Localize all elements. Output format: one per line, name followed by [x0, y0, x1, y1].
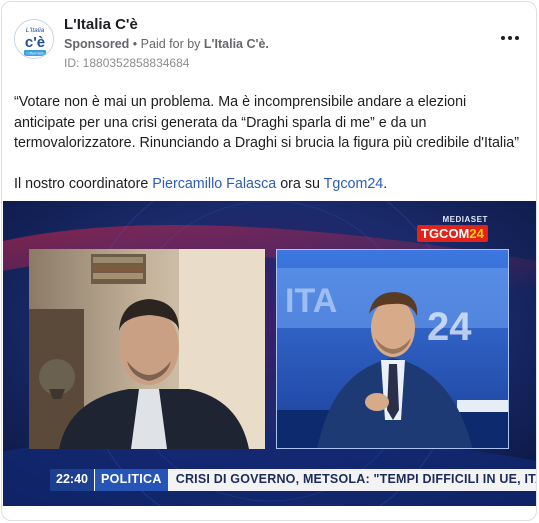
- sponsored-label: Sponsored: [64, 37, 130, 51]
- guest-video-panel: [29, 249, 265, 449]
- person-link[interactable]: Piercamillo Falasca: [152, 176, 276, 192]
- caption-prefix: Il nostro coordinatore: [14, 175, 153, 192]
- svg-text:ITA: ITA: [285, 282, 337, 320]
- video-frame[interactable]: MEDIASET TGCOM24 ITA 24 22:40 POLITICA C…: [3, 201, 536, 506]
- anchor-image: ITA 24: [277, 250, 508, 448]
- guest-image: [29, 249, 265, 449]
- more-dot: [515, 36, 519, 40]
- paid-for-name: L'Italia C'è.: [203, 37, 269, 51]
- italia-ce-logo-icon: L'Italia c'è i riformisti: [15, 20, 53, 58]
- paid-for-prefix: Paid for by: [140, 37, 201, 51]
- ad-id: ID: 1880352858834684: [64, 56, 190, 70]
- ticker-time: 22:40: [50, 469, 95, 491]
- post-caption: Il nostro coordinatore Piercamillo Falas…: [14, 174, 528, 195]
- more-horizontal-icon: [501, 36, 505, 40]
- more-dot: [508, 36, 512, 40]
- ticker-section: POLITICA: [94, 469, 168, 491]
- tgcom-badge: TGCOM24: [417, 225, 488, 242]
- more-options-button[interactable]: [498, 28, 522, 48]
- tgcom24-link[interactable]: Tgcom24: [324, 176, 384, 192]
- page-avatar[interactable]: L'Italia c'è i riformisti: [14, 19, 54, 59]
- ad-card: L'Italia c'è i riformisti L'Italia C'è S…: [1, 1, 537, 521]
- caption-middle: ora su: [276, 175, 324, 192]
- news-ticker: 22:40 POLITICA CRISI DI GOVERNO, METSOLA…: [50, 469, 536, 491]
- logo-line1: L'Italia: [26, 27, 45, 34]
- tgcom24-logo: MEDIASET TGCOM24: [417, 215, 488, 242]
- mediaset-label: MEDIASET: [442, 215, 488, 224]
- post-body: “Votare non è mai un problema. Ma è inco…: [14, 92, 528, 194]
- svg-text:24: 24: [427, 305, 472, 349]
- caption-suffix: .: [383, 175, 388, 192]
- tgcom-number: 24: [469, 226, 484, 241]
- meta-separator: •: [132, 37, 138, 51]
- post-header: L'Italia c'è i riformisti L'Italia C'è S…: [2, 2, 536, 82]
- anchor-video-panel: ITA 24: [276, 249, 509, 449]
- ticker-headline: CRISI DI GOVERNO, METSOLA: "TEMPI DIFFIC…: [167, 469, 536, 491]
- sponsored-meta: Sponsored • Paid for by L'Italia C'è.: [64, 37, 269, 51]
- tgcom-text: TGCOM: [421, 226, 470, 241]
- logo-line2: c'è: [25, 34, 45, 51]
- page-name-link[interactable]: L'Italia C'è: [64, 16, 138, 33]
- logo-line3: i riformisti: [26, 51, 43, 56]
- post-quote: “Votare non è mai un problema. Ma è inco…: [14, 94, 519, 151]
